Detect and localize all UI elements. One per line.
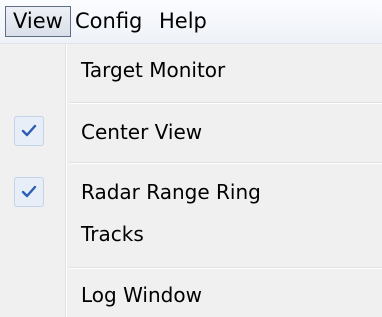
menu-separator [69, 162, 382, 164]
menu-item-label: Center View [81, 120, 203, 144]
check-icon [14, 177, 44, 207]
menu-separator [69, 267, 382, 269]
menu-item-label: Log Window [81, 283, 202, 307]
check-icon [14, 116, 44, 146]
menu-item-label: Radar Range Ring [81, 180, 261, 204]
menu-view[interactable]: View [5, 6, 71, 37]
menu-item-target-monitor[interactable]: Target Monitor [0, 44, 382, 94]
menu-item-label: Tracks [81, 222, 144, 246]
menu-bar: View Config Help [0, 0, 382, 44]
menu-item-center-view[interactable]: Center View [0, 106, 382, 156]
view-dropdown-menu: Target Monitor Center View Radar Range R… [0, 44, 382, 317]
menu-help[interactable]: Help [152, 6, 214, 37]
menu-config[interactable]: Config [68, 6, 149, 37]
menu-separator [69, 102, 382, 104]
menu-item-label: Target Monitor [81, 58, 226, 82]
menu-item-radar-range-ring[interactable]: Radar Range Ring [0, 166, 382, 212]
menu-item-tracks[interactable]: Tracks [0, 212, 382, 256]
menu-item-log-window[interactable]: Log Window [0, 271, 382, 317]
